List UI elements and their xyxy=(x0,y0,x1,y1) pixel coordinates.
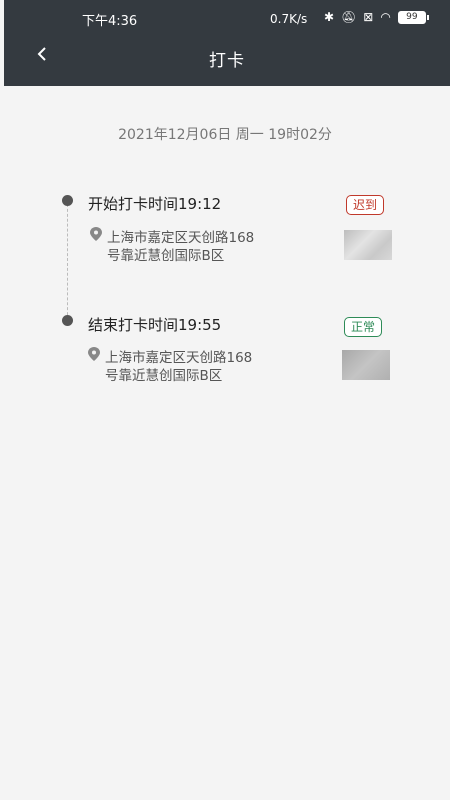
top-bar: 下午4:36 0.7K/s ✱ 🔕︎ ⊠ ◠ 99 打卡 xyxy=(4,0,450,86)
checkin-photo[interactable] xyxy=(342,350,390,380)
timeline-dot xyxy=(62,315,73,326)
timeline-line xyxy=(67,204,68,320)
date-line: 2021年12月06日 周一 19时02分 xyxy=(118,127,332,143)
address-line: 号靠近慧创国际B区 xyxy=(105,368,223,384)
sim-icon: ⊠ xyxy=(363,10,374,24)
address-line: 上海市嘉定区天创路168 xyxy=(107,230,255,246)
record-title: 结束打卡时间19:55 xyxy=(88,316,222,334)
checkin-photo[interactable] xyxy=(344,230,392,260)
status-badge-normal: 正常 xyxy=(344,317,383,337)
silent-icon: 🔕︎ xyxy=(341,10,357,24)
battery-icon: 99 xyxy=(397,10,429,24)
location-pin-icon xyxy=(90,227,102,241)
wifi-icon: ◠ xyxy=(380,10,391,24)
address-line: 上海市嘉定区天创路168 xyxy=(105,350,253,366)
record-title: 开始打卡时间19:12 xyxy=(88,195,222,213)
record-address: 上海市嘉定区天创路168 号靠近慧创国际B区 xyxy=(107,229,307,265)
timeline-dot xyxy=(62,195,73,206)
status-icons: ✱ 🔕︎ ⊠ ◠ 99 xyxy=(324,10,429,24)
status-badge-late: 迟到 xyxy=(346,195,385,215)
address-line: 号靠近慧创国际B区 xyxy=(107,248,225,264)
network-speed: 0.7K/s xyxy=(270,12,308,26)
page-title: 打卡 xyxy=(209,51,245,71)
location-pin-icon xyxy=(88,347,100,361)
bluetooth-icon: ✱ xyxy=(324,10,335,24)
record-address: 上海市嘉定区天创路168 号靠近慧创国际B区 xyxy=(105,349,305,385)
status-bar: 下午4:36 0.7K/s ✱ 🔕︎ ⊠ ◠ 99 xyxy=(4,6,450,32)
status-time: 下午4:36 xyxy=(82,14,138,29)
